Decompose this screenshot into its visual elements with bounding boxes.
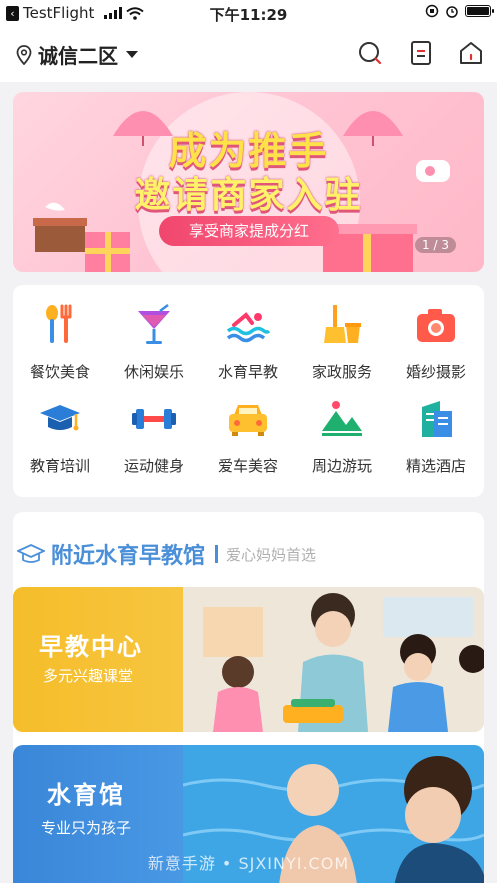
hotel-building-icon [422,401,452,437]
section-subtitle: 爱心妈妈首选 [226,545,317,564]
location-pin-icon [16,44,32,65]
dumbbell-icon [132,409,176,429]
fork-spoon-icon [46,304,72,343]
category-housekeeping[interactable]: 家政服务 [295,303,389,382]
category-label: 家政服务 [311,363,372,381]
category-label: 婚纱摄影 [405,363,466,381]
banner-title-line2: 邀请商家入驻 [134,175,363,216]
status-bar: ‹ TestFlight 下午11:29 [0,0,497,26]
broom-bucket-icon [324,305,361,343]
graduation-cap-icon [40,405,80,431]
order-list-icon[interactable] [408,40,434,66]
category-label: 爱车美容 [217,457,278,475]
camera-icon [417,309,455,342]
location-selector[interactable]: 诚信二区 [16,40,138,69]
battery-icon [465,5,494,17]
category-grid: 餐饮美食 休闲娱乐 水育早教 家政服务 婚纱摄影 教育培训 运动健身 爱车美容 … [13,285,484,497]
swimmer-icon [226,312,271,343]
card-subtitle: 多元兴趣课堂 [43,667,134,685]
category-nearby-travel[interactable]: 周边游玩 [295,397,389,476]
top-header: 诚信二区 [0,26,497,82]
chevron-down-icon [126,51,138,58]
category-label: 运动健身 [123,457,184,475]
category-label: 休闲娱乐 [123,363,184,381]
location-name: 诚信二区 [38,44,118,68]
category-swim-education[interactable]: 水育早教 [201,303,295,382]
early-education-card[interactable]: 早教中心 多元兴趣课堂 [13,587,484,732]
alarm-icon [446,6,458,18]
orientation-lock-icon [425,4,439,18]
cocktail-icon [138,304,170,344]
watermark: 新意手游 • SJXINYI.COM [147,854,350,873]
category-fitness[interactable]: 运动健身 [107,397,201,476]
category-label: 餐饮美食 [29,363,90,381]
promo-banner[interactable]: 成为推手 邀请商家入驻 享受商家提成分红 1 / 3 [13,92,484,272]
clock: 下午11:29 [209,6,288,24]
home-icon[interactable] [458,40,484,66]
card-subtitle: 专业只为孩子 [41,819,132,837]
category-label: 精选酒店 [405,457,466,475]
banner-subtitle: 享受商家提成分红 [159,216,339,246]
category-education[interactable]: 教育培训 [13,397,107,476]
mountain-icon [322,401,362,436]
category-food[interactable]: 餐饮美食 [13,303,107,382]
car-icon [229,405,267,436]
card-title: 早教中心 [39,633,143,661]
category-label: 水育早教 [217,363,278,381]
title-divider [215,545,219,563]
category-car-care[interactable]: 爱车美容 [201,397,295,476]
section-title: 附近水育早教馆 [51,544,206,569]
card-title: 水育馆 [47,781,125,809]
section-header: 附近水育早教馆 爱心妈妈首选 [17,538,316,570]
category-label: 教育培训 [29,457,90,475]
teacher-children-photo [183,587,484,732]
category-leisure[interactable]: 休闲娱乐 [107,303,201,382]
search-icon[interactable] [357,40,383,66]
graduation-cap-icon [17,544,45,563]
category-wedding-photo[interactable]: 婚纱摄影 [389,303,483,382]
category-label: 周边游玩 [311,457,372,475]
banner-pager: 1 / 3 [415,237,456,253]
category-hotel[interactable]: 精选酒店 [389,397,483,476]
